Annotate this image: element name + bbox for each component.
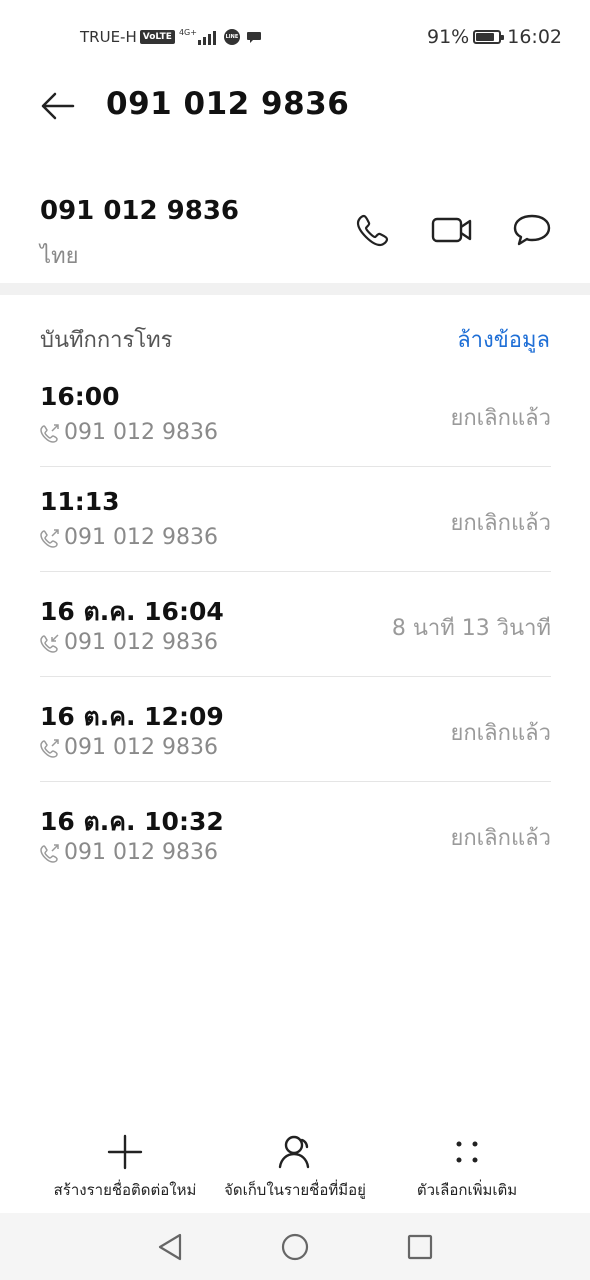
call-log-item[interactable]: 16 ต.ค. 12:09 091 012 9836 ยกเลิกแล้ว [40,677,551,782]
contact-number: 091 012 9836 [40,196,240,226]
volte-badge: VoLTE [139,30,175,44]
status-left: TRUE-H VoLTE 4G+ LINE [80,26,262,48]
triangle-back-icon [158,1233,182,1261]
call-number-row: 091 012 9836 [40,525,218,550]
more-dots-icon [445,1130,489,1174]
square-recents-icon [407,1234,433,1260]
outgoing-call-icon [40,738,60,758]
battery-percent: 91% [427,26,470,48]
video-call-button[interactable] [430,208,474,252]
call-status: ยกเลิกแล้ว [450,721,551,746]
outgoing-call-icon [40,423,60,443]
network-type: 4G+ [178,27,197,37]
system-nav-bar [0,1213,590,1280]
page-title: 091 012 9836 [106,86,350,122]
back-button[interactable] [32,84,82,128]
new-contact-button[interactable]: สร้างรายชื่อติดต่อใหม่ [30,1130,220,1202]
status-right: 91% 16:02 [427,25,562,49]
app-header: 091 012 9836 [0,72,590,142]
call-details-screen: TRUE-H VoLTE 4G+ LINE 91% 16:02 091 012 … [0,0,590,1280]
call-number: 091 012 9836 [64,840,218,865]
outgoing-call-icon [40,528,60,548]
message-button[interactable] [510,208,554,252]
call-status: ยกเลิกแล้ว [450,511,551,536]
arrow-left-icon [41,92,75,120]
new-contact-label: สร้างรายชื่อติดต่อใหม่ [53,1181,197,1199]
clock: 16:02 [507,26,562,48]
call-number: 091 012 9836 [64,525,218,550]
call-button[interactable] [352,208,396,252]
outgoing-call-icon [40,843,60,863]
call-number-row: 091 012 9836 [40,735,218,760]
call-status: ยกเลิกแล้ว [450,406,551,431]
nav-recents-button[interactable] [400,1227,440,1267]
call-number-row: 091 012 9836 [40,630,218,655]
battery-icon [473,30,505,44]
call-number: 091 012 9836 [64,420,218,445]
call-number: 091 012 9836 [64,735,218,760]
more-options-button[interactable]: ตัวเลือกเพิ่มเติม [372,1130,562,1202]
video-camera-icon [431,217,472,243]
phone-icon [356,214,389,247]
save-to-existing-button[interactable]: จัดเก็บในรายชื่อที่มีอยู่ [200,1130,390,1202]
message-icon [513,214,551,246]
circle-home-icon [281,1233,309,1261]
line-app-icon: LINE [223,29,240,45]
clear-log-button[interactable]: ล้างข้อมูล [457,322,550,357]
carrier-name: TRUE-H [80,28,137,46]
person-icon [273,1130,317,1174]
call-log-title: บันทึกการโทร [40,328,173,353]
section-divider [0,283,590,295]
call-number-row: 091 012 9836 [40,420,218,445]
call-log-list: 16:00 091 012 9836 ยกเลิกแล้ว 11:13 091 … [40,362,551,887]
signal-icon [197,29,218,45]
call-log-item[interactable]: 16 ต.ค. 10:32 091 012 9836 ยกเลิกแล้ว [40,782,551,887]
incoming-call-icon [40,633,60,653]
call-time: 16 ต.ค. 12:09 [40,702,224,731]
more-options-label: ตัวเลือกเพิ่มเติม [416,1181,518,1199]
call-time: 16:00 [40,382,120,411]
call-log-header: บันทึกการโทร ล้างข้อมูล [0,318,590,358]
call-log-item[interactable]: 16 ต.ค. 16:04 091 012 9836 8 นาที 13 วิน… [40,572,551,677]
call-duration: 8 นาที 13 วินาที [391,616,551,641]
call-log-item[interactable]: 11:13 091 012 9836 ยกเลิกแล้ว [40,467,551,572]
plus-icon [103,1130,147,1174]
call-time: 16 ต.ค. 16:04 [40,597,224,626]
nav-home-button[interactable] [275,1227,315,1267]
call-time: 16 ต.ค. 10:32 [40,807,224,836]
save-to-existing-label: จัดเก็บในรายชื่อที่มีอยู่ [224,1181,366,1199]
contact-region: ไทย [40,244,79,269]
call-log-item[interactable]: 16:00 091 012 9836 ยกเลิกแล้ว [40,362,551,467]
bottom-action-bar: สร้างรายชื่อติดต่อใหม่ จัดเก็บในรายชื่อท… [0,1130,590,1210]
contact-card: 091 012 9836 ไทย [0,180,590,280]
call-number: 091 012 9836 [64,630,218,655]
call-number-row: 091 012 9836 [40,840,218,865]
call-time: 11:13 [40,487,120,516]
nav-back-button[interactable] [150,1227,190,1267]
status-bar: TRUE-H VoLTE 4G+ LINE 91% 16:02 [0,0,590,72]
call-status: ยกเลิกแล้ว [450,826,551,851]
chat-notification-icon [246,29,262,45]
